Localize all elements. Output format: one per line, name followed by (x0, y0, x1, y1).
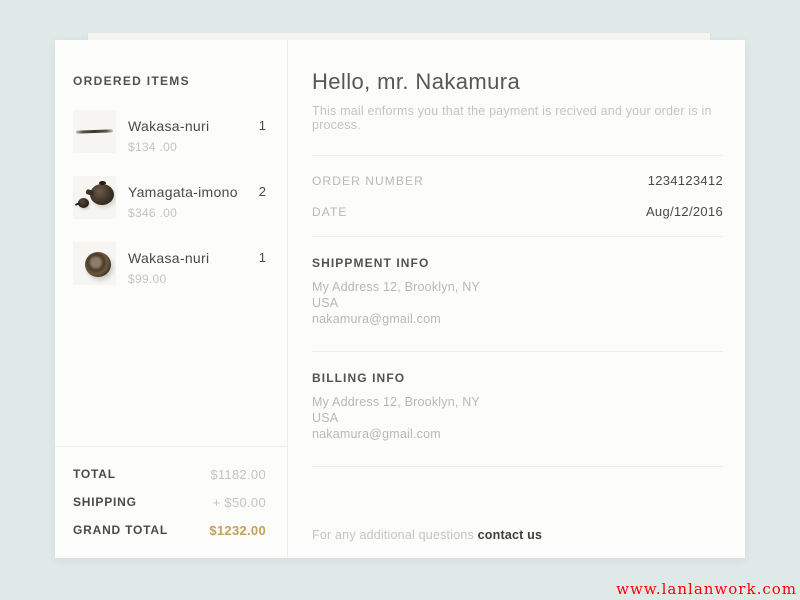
total-row: TOTAL $1182.00 (73, 460, 266, 488)
billing-email-line: nakamura@gmail.com (312, 426, 723, 442)
list-item: Yamagata-imono $346 .00 2 (73, 176, 287, 220)
contact-us-link[interactable]: contact us (478, 528, 543, 542)
date-row: DATE Aug/12/2016 (312, 196, 723, 227)
item-quantity: 2 (259, 176, 266, 199)
bowl-photo (73, 242, 116, 285)
shipment-info: SHIPPMENT INFO My Address 12, Brooklyn, … (312, 237, 723, 352)
ordered-items-panel: ORDERED ITEMS Wakasa-nuri $134 .00 1 Yam… (55, 40, 288, 558)
shipping-label: SHIPPING (73, 495, 137, 509)
shipment-info-title: SHIPPMENT INFO (312, 256, 723, 270)
chopsticks-photo (73, 110, 116, 153)
total-value: $1182.00 (210, 467, 266, 482)
date-value: Aug/12/2016 (646, 204, 723, 219)
item-price: $99.00 (128, 272, 209, 286)
item-name: Wakasa-nuri (128, 118, 209, 134)
order-number-row: ORDER NUMBER 1234123412 (312, 165, 723, 196)
list-item: Wakasa-nuri $134 .00 1 (73, 110, 287, 154)
grand-total-value: $1232.00 (209, 523, 266, 538)
item-name: Wakasa-nuri (128, 250, 209, 266)
grand-total-label: GRAND TOTAL (73, 523, 168, 537)
ordered-items-title: ORDERED ITEMS (73, 74, 287, 88)
billing-country-line: USA (312, 410, 723, 426)
item-list: Wakasa-nuri $134 .00 1 Yamagata-imono $3… (73, 110, 287, 286)
shipment-address-line: My Address 12, Brooklyn, NY (312, 279, 723, 295)
total-label: TOTAL (73, 467, 116, 481)
item-quantity: 1 (259, 110, 266, 133)
item-quantity: 1 (259, 242, 266, 265)
iron-kettle-photo (73, 176, 116, 219)
footer-text: For any additional questions (312, 528, 474, 542)
order-number-value: 1234123412 (648, 173, 723, 188)
footer-note: For any additional questions contact us (312, 528, 542, 542)
billing-info: BILLING INFO My Address 12, Brooklyn, NY… (312, 352, 723, 467)
intro-text: This mail enforms you that the payment i… (312, 104, 723, 132)
page-title: Hello, mr. Nakamura (312, 69, 723, 95)
order-meta: ORDER NUMBER 1234123412 DATE Aug/12/2016 (312, 155, 723, 237)
grand-total-row: GRAND TOTAL $1232.00 (73, 516, 266, 544)
totals-section: TOTAL $1182.00 SHIPPING + $50.00 GRAND T… (55, 446, 287, 558)
watermark: www.lanlanwork.com (616, 580, 797, 598)
shipping-row: SHIPPING + $50.00 (73, 488, 266, 516)
order-number-label: ORDER NUMBER (312, 174, 424, 188)
shipment-email-line: nakamura@gmail.com (312, 311, 723, 327)
item-name: Yamagata-imono (128, 184, 238, 200)
list-item: Wakasa-nuri $99.00 1 (73, 242, 287, 286)
shipping-value: + $50.00 (213, 495, 266, 510)
billing-info-title: BILLING INFO (312, 371, 723, 385)
shipment-country-line: USA (312, 295, 723, 311)
order-details-panel: Hello, mr. Nakamura This mail enforms yo… (288, 40, 745, 558)
date-label: DATE (312, 205, 348, 219)
order-confirmation-card: ORDERED ITEMS Wakasa-nuri $134 .00 1 Yam… (55, 40, 745, 558)
billing-address-line: My Address 12, Brooklyn, NY (312, 394, 723, 410)
item-price: $134 .00 (128, 140, 209, 154)
item-price: $346 .00 (128, 206, 238, 220)
